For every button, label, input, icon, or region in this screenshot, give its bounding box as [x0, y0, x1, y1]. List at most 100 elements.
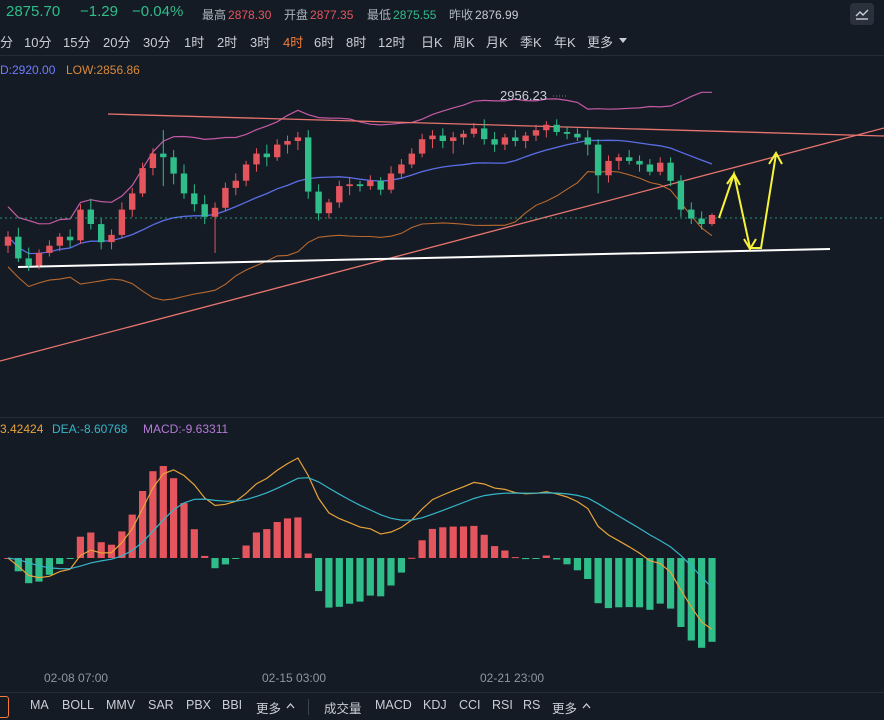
macd-histogram-bar	[501, 550, 509, 558]
open-label: 开盘	[284, 8, 309, 22]
timeframe-item[interactable]: 日K	[421, 32, 443, 51]
macd-histogram-bar	[242, 545, 250, 558]
timeframe-item[interactable]: 2时	[217, 32, 237, 51]
candle-body	[170, 157, 177, 174]
timeframe-item[interactable]: 20分	[103, 32, 130, 51]
chevron-up-icon	[286, 703, 295, 709]
chart-settings-button[interactable]	[850, 3, 874, 25]
candle-body	[356, 184, 364, 187]
macd-histogram-bar	[159, 466, 167, 558]
timeframe-item[interactable]: 30分	[143, 32, 170, 51]
candle-body	[501, 137, 509, 145]
macd-histogram-bar	[491, 546, 499, 558]
candle-body	[180, 173, 188, 194]
candle-body	[543, 124, 550, 131]
indicator-mmv[interactable]: MMV	[106, 698, 135, 712]
macd-histogram-bar	[335, 558, 343, 607]
timeframe-item[interactable]: 3时	[250, 32, 270, 51]
panel-divider	[0, 417, 884, 418]
indicator-pbx[interactable]: PBX	[186, 698, 211, 712]
candle-body	[677, 180, 685, 210]
candle-body	[4, 236, 12, 246]
candle-body	[263, 153, 270, 158]
macd-histogram-bar	[304, 553, 312, 558]
price-chart[interactable]: 2956.23	[0, 56, 884, 416]
timeframe-item[interactable]: 年K	[554, 32, 576, 51]
candle-body	[118, 209, 126, 235]
indicator-rsi[interactable]: RSI	[492, 698, 513, 712]
macd-histogram-bar	[677, 558, 685, 627]
indicator-rs[interactable]: RS	[523, 698, 540, 712]
candle-body	[688, 209, 695, 219]
macd-histogram-bar	[315, 558, 323, 592]
candle-body	[626, 157, 633, 161]
macd-histogram-bar	[459, 526, 468, 558]
horizontal-support-line	[17, 248, 831, 268]
macd-histogram-bar	[470, 525, 478, 558]
timeframe-item[interactable]: 季K	[520, 32, 542, 51]
rising-support-trendline	[0, 127, 884, 362]
resistance-trendline	[107, 113, 884, 137]
timeframe-item[interactable]: 10分	[24, 32, 51, 51]
macd-histogram-bar	[418, 540, 426, 558]
candle-body	[657, 162, 664, 172]
indicator-more-sub[interactable]: 更多	[552, 698, 577, 717]
chevron-down-icon	[619, 38, 627, 43]
low-stat: 最低 2875.55	[367, 6, 436, 23]
macd-histogram-bar	[604, 558, 612, 609]
indicator-boll[interactable]: BOLL	[62, 698, 94, 712]
timeframe-item[interactable]: 周K	[453, 32, 475, 51]
indicator-more-main[interactable]: 更多	[256, 698, 281, 717]
indicator-cci[interactable]: CCI	[459, 698, 481, 712]
macd-histogram-bar	[180, 503, 188, 558]
candle-body	[605, 160, 612, 176]
macd-histogram-bar	[211, 558, 219, 569]
candle-body	[294, 137, 302, 141]
indicator-bbi[interactable]: BBI	[222, 698, 242, 712]
macd-histogram-bar	[522, 558, 530, 560]
high-value: 2878.30	[228, 8, 272, 22]
prev-close-value: 2876.99	[475, 8, 519, 22]
macd-histogram-bar	[408, 557, 416, 559]
macd-histogram-bar	[377, 558, 385, 597]
boll-upper-line	[7, 91, 712, 225]
timeframe-item[interactable]: 6时	[314, 32, 334, 51]
chevron-up-icon	[582, 703, 591, 709]
macd-histogram-bar	[584, 558, 592, 579]
indicator-sar[interactable]: SAR	[148, 698, 174, 712]
macd-chart[interactable]	[0, 440, 884, 668]
candle-body	[636, 160, 643, 165]
timeframe-item[interactable]: 15分	[63, 32, 90, 51]
timeframe-item[interactable]: 分	[0, 32, 13, 51]
candle-body	[594, 144, 602, 176]
candle-body	[522, 135, 529, 141]
macd-histogram-bar	[439, 527, 447, 558]
timeframe-item-active[interactable]: 4时	[283, 32, 303, 51]
candle-body	[574, 133, 581, 138]
macd-histogram-bar	[139, 491, 147, 558]
timeframe-item[interactable]: 12时	[378, 32, 405, 51]
indicator-ma[interactable]: MA	[30, 698, 49, 712]
candle-body	[553, 124, 560, 132]
candle-body	[15, 236, 22, 259]
timeframe-item[interactable]: 8时	[346, 32, 366, 51]
prev-close-stat: 昨收 2876.99	[449, 6, 518, 23]
candle-body	[222, 187, 229, 208]
toolbar-separator	[308, 699, 309, 715]
indicator-macd[interactable]: MACD	[375, 698, 412, 712]
x-tick-label: 02-08 07:00	[44, 671, 109, 685]
timeframe-more[interactable]: 更多	[587, 32, 613, 51]
indicator-kdj[interactable]: KDJ	[423, 698, 447, 712]
candle-body	[418, 139, 426, 154]
macd-histogram-bar	[698, 558, 706, 648]
macd-histogram-bar	[45, 558, 53, 575]
panel-toggle-button[interactable]	[0, 696, 9, 718]
timeframe-item[interactable]: 1时	[184, 32, 204, 51]
timeframe-bar: 分 10分 15分 20分 30分 1时 2时 3时 4时 6时 8时 12时 …	[0, 30, 884, 52]
indicator-volume[interactable]: 成交量	[324, 698, 362, 717]
timeframe-item[interactable]: 月K	[486, 32, 508, 51]
candle-body	[129, 193, 136, 210]
toolbar-divider	[0, 692, 884, 693]
macd-histogram-bar	[573, 558, 581, 571]
macd-histogram-bar	[428, 528, 436, 558]
